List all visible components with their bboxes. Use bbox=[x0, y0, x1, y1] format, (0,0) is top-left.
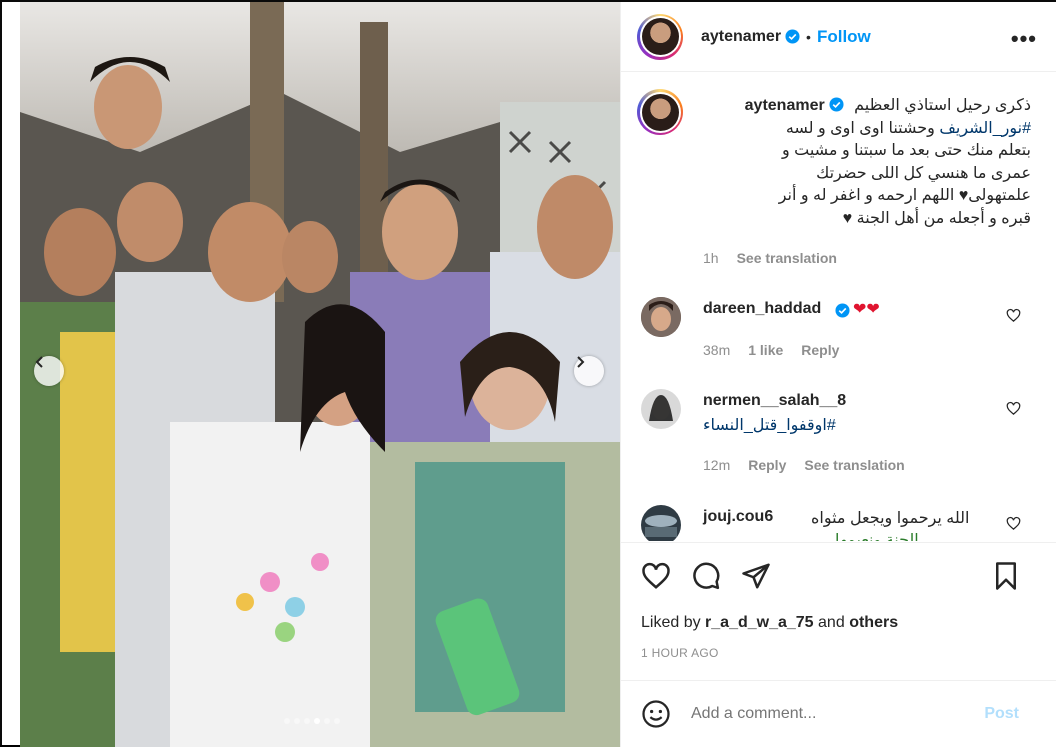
post-sidebar: aytenamer • Follow ••• ذكرى رحيل استاذي … bbox=[620, 2, 1056, 747]
caption-line: بتعلم منك حتى بعد ما سبتنا و مشيت و bbox=[781, 142, 1031, 159]
liked-by-prefix: Liked by bbox=[641, 614, 701, 631]
liked-by-and: and bbox=[818, 614, 845, 631]
reply-button[interactable]: Reply bbox=[748, 457, 786, 473]
verified-badge-icon bbox=[835, 303, 850, 318]
comment-likes-link[interactable]: 1 like bbox=[748, 342, 783, 358]
more-options-icon[interactable]: ••• bbox=[1011, 26, 1037, 52]
carousel-indicator bbox=[284, 718, 340, 724]
previous-slide-button[interactable] bbox=[34, 356, 64, 386]
author-username[interactable]: aytenamer bbox=[701, 28, 781, 46]
reply-button[interactable]: Reply bbox=[801, 342, 839, 358]
caption-line: ذكرى رحيل استاذي العظيم bbox=[854, 97, 1031, 114]
header-separator: • bbox=[806, 28, 811, 45]
comment-hashtag-link[interactable]: #اوقفوا_قتل_النساء bbox=[703, 415, 836, 435]
group-photo bbox=[20, 2, 620, 747]
next-slide-button[interactable] bbox=[574, 356, 604, 386]
avatar-image bbox=[641, 389, 681, 429]
liked-by-text: Liked by r_a_d_w_a_75 and others bbox=[641, 614, 898, 632]
caption-meta: 1h See translation bbox=[703, 250, 837, 266]
comment-username[interactable]: jouj.cou6 bbox=[703, 508, 773, 526]
comment-username[interactable]: dareen_haddad bbox=[703, 300, 821, 318]
post-media[interactable] bbox=[20, 2, 620, 747]
like-heart-icon[interactable] bbox=[641, 561, 671, 591]
caption-line: وحشتنا اوى اوى و لسه bbox=[785, 119, 935, 137]
verified-badge-icon bbox=[785, 29, 800, 44]
commenter-avatar[interactable] bbox=[641, 389, 681, 429]
comment-text-continued: الجنة ونعيمها bbox=[835, 532, 919, 541]
carousel-dot bbox=[324, 718, 330, 724]
follow-button[interactable]: Follow bbox=[817, 27, 871, 47]
save-bookmark-icon[interactable] bbox=[991, 561, 1021, 591]
comments-list[interactable]: ذكرى رحيل استاذي العظيم aytenamer #نور_ا… bbox=[621, 73, 1056, 541]
author-avatar[interactable] bbox=[637, 13, 683, 60]
add-comment-bar: Post bbox=[621, 680, 1056, 747]
carousel-dot bbox=[294, 718, 300, 724]
caption-author-avatar[interactable] bbox=[637, 89, 683, 135]
comment-time: 38m bbox=[703, 342, 731, 358]
commenter-avatar[interactable] bbox=[641, 297, 681, 337]
avatar-image bbox=[641, 505, 681, 541]
liked-by-others-link[interactable]: others bbox=[849, 614, 898, 631]
like-comment-heart-icon[interactable] bbox=[1006, 401, 1021, 416]
chevron-right-icon bbox=[577, 356, 585, 368]
post-comment-button[interactable]: Post bbox=[984, 705, 1019, 723]
comment-text: ❤❤ bbox=[853, 301, 880, 318]
carousel-dot-active bbox=[314, 718, 320, 724]
like-comment-heart-icon[interactable] bbox=[1006, 308, 1021, 323]
avatar-image bbox=[641, 297, 681, 337]
see-translation-link[interactable]: See translation bbox=[804, 457, 904, 473]
share-paper-plane-icon[interactable] bbox=[741, 561, 771, 591]
caption-line: علمتهولى♥ اللهم ارحمه و اغفر له و أنر bbox=[778, 187, 1031, 204]
caption-time: 1h bbox=[703, 250, 719, 266]
post-header: aytenamer • Follow ••• bbox=[621, 2, 1056, 72]
comment-text: الله يرحموا ويجعل مثواه bbox=[811, 510, 970, 527]
chevron-left-icon bbox=[35, 356, 43, 368]
liked-by-user-link[interactable]: r_a_d_w_a_75 bbox=[705, 614, 814, 631]
carousel-dot bbox=[284, 718, 290, 724]
see-translation-link[interactable]: See translation bbox=[737, 250, 837, 266]
comment-time: 12m bbox=[703, 457, 731, 473]
caption-text: ذكرى رحيل استاذي العظيم aytenamer #نور_ا… bbox=[701, 95, 1031, 230]
comment-username[interactable]: nermen__salah__8 bbox=[703, 392, 846, 410]
post-actions: Liked by r_a_d_w_a_75 and others 1 HOUR … bbox=[621, 542, 1056, 682]
caption-author-username[interactable]: aytenamer bbox=[745, 97, 825, 114]
post-timestamp[interactable]: 1 HOUR AGO bbox=[641, 646, 719, 660]
caption-line: عمرى ما هنسي كل اللى حضرتك bbox=[816, 164, 1031, 182]
comment-bubble-icon[interactable] bbox=[691, 561, 721, 591]
commenter-avatar[interactable] bbox=[641, 505, 681, 541]
carousel-dot bbox=[334, 718, 340, 724]
comment-meta: 38m 1 like Reply bbox=[703, 342, 839, 358]
post-dialog: aytenamer • Follow ••• ذكرى رحيل استاذي … bbox=[0, 0, 1056, 747]
emoji-smiley-icon[interactable] bbox=[641, 699, 671, 729]
like-comment-heart-icon[interactable] bbox=[1006, 516, 1021, 531]
comment-meta: 12m Reply See translation bbox=[703, 457, 905, 473]
add-comment-input[interactable] bbox=[691, 705, 971, 723]
carousel-dot bbox=[304, 718, 310, 724]
verified-badge-icon bbox=[829, 97, 844, 112]
caption-line: قبره و أجعله من أهل الجنة ♥ bbox=[842, 209, 1031, 227]
caption-hashtag-link[interactable]: #نور_الشريف bbox=[939, 120, 1031, 137]
